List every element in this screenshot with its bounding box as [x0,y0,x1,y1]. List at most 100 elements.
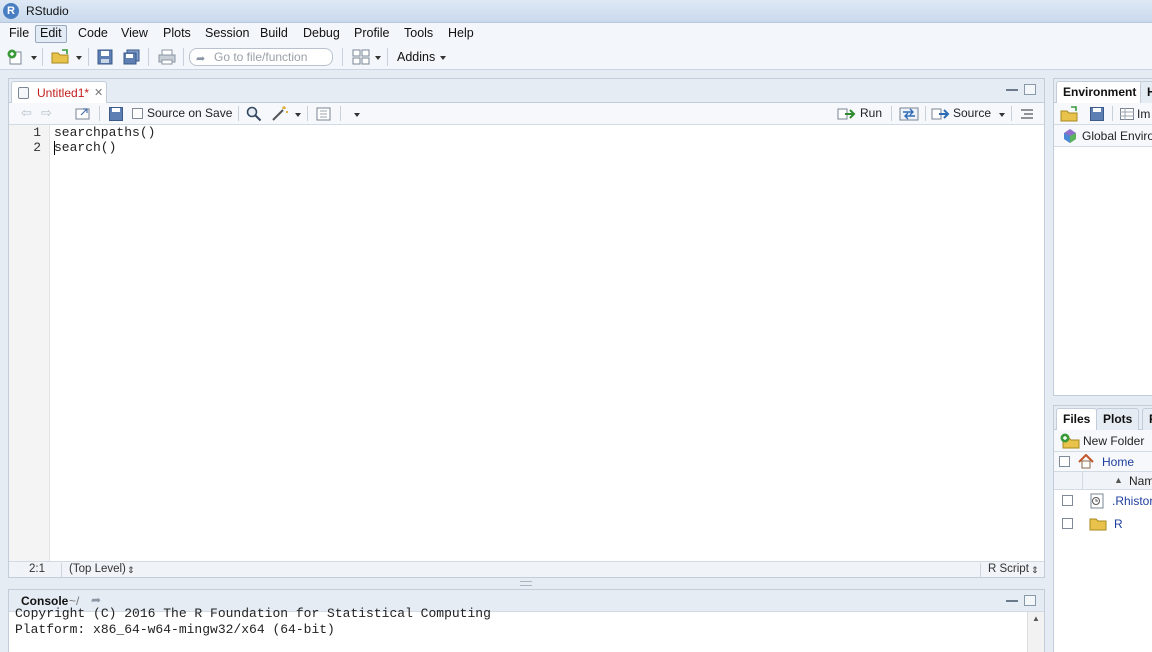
open-folder-icon[interactable] [51,49,71,65]
toolbar-separator [99,106,100,121]
name-column-header[interactable]: Nam [1129,474,1152,488]
tab-label: Untitled1* [37,86,90,100]
toolbar-separator [1011,106,1012,121]
window-title: RStudio [26,4,69,18]
tab-environment[interactable]: Environment [1056,81,1144,103]
run-button[interactable]: Run [860,106,882,120]
source-on-save-checkbox[interactable] [132,108,143,119]
pane-splitter-handle[interactable] [520,581,532,586]
toolbar-separator [891,106,892,121]
r-environment-icon [1064,129,1076,143]
new-folder-icon[interactable] [1060,433,1080,449]
forward-arrow-icon[interactable]: ⇨ [41,105,52,121]
new-folder-button[interactable]: New Folder [1083,434,1144,448]
file-checkbox[interactable] [1062,518,1073,529]
show-in-window-icon[interactable] [75,106,91,121]
addins-dropdown-icon[interactable] [440,56,446,60]
tab-packages[interactable]: P [1142,408,1152,430]
code-line[interactable]: search() [54,140,116,155]
minimize-pane-icon[interactable] [1006,87,1018,91]
minimize-console-icon[interactable] [1006,598,1018,602]
menu-build[interactable]: Build [256,25,292,43]
menu-profile[interactable]: Profile [350,25,393,43]
menu-tools[interactable]: Tools [400,25,437,43]
maximize-console-icon[interactable] [1024,595,1036,606]
environment-tab-bar: Environment H [1054,79,1152,103]
text-cursor [54,141,55,155]
more-options-dropdown-icon[interactable] [354,113,360,117]
environment-scope-bar: Global Environ [1054,125,1152,147]
toolbar-separator [307,106,308,121]
load-workspace-icon[interactable] [1060,106,1080,122]
scroll-up-arrow-icon[interactable]: ▲ [1032,614,1040,623]
import-dataset-label[interactable]: Im [1137,107,1150,121]
find-icon[interactable] [246,106,262,122]
save-workspace-icon[interactable] [1090,107,1104,121]
toolbar-separator [88,48,89,66]
close-tab-icon[interactable]: ✕ [94,86,103,99]
tab-files[interactable]: Files [1056,408,1098,430]
document-outline-icon[interactable] [1020,108,1034,120]
compile-report-icon[interactable] [316,107,331,121]
tab-history[interactable]: H [1140,81,1152,103]
go-to-file-input[interactable]: ➦ Go to file/function [189,48,333,66]
file-row[interactable]: R [1054,513,1152,535]
save-all-icon[interactable] [123,49,141,65]
editor-toolbar: ⇦ ⇨ Source on Save Run Source [9,103,1044,125]
home-icon[interactable] [1078,454,1094,469]
file-checkbox[interactable] [1062,495,1073,506]
menu-session[interactable]: Session [201,25,253,43]
tab-plots[interactable]: Plots [1096,408,1140,430]
console-pane: Console ~/ ➦ Copyright (C) 2016 The R Fo… [8,589,1045,652]
file-name[interactable]: .Rhistor [1112,494,1152,508]
sort-ascending-icon[interactable]: ▲ [1114,475,1123,485]
new-file-dropdown-icon[interactable] [31,56,37,60]
menu-debug[interactable]: Debug [299,25,344,43]
addins-button[interactable]: Addins [397,50,435,64]
rerun-icon[interactable] [899,107,919,121]
title-bar: R RStudio [0,0,1152,23]
run-arrow-icon[interactable] [837,107,857,121]
open-dropdown-icon[interactable] [76,56,82,60]
source-dropdown-icon[interactable] [999,113,1005,117]
line-number-gutter: 1 2 [9,125,50,561]
scope-updown-icon[interactable]: ⇕ [127,565,135,576]
file-name[interactable]: R [1114,517,1123,531]
files-path-bar: Home [1054,452,1152,472]
menu-edit[interactable]: Edit [35,25,67,43]
maximize-pane-icon[interactable] [1024,84,1036,95]
file-row[interactable]: .Rhistor [1054,490,1152,512]
import-dataset-icon[interactable] [1120,108,1134,120]
environment-toolbar: Im [1054,103,1152,125]
toolbar-separator [387,48,388,66]
save-icon[interactable] [97,49,113,65]
source-arrow-icon[interactable] [931,107,951,121]
go-to-directory-icon[interactable]: ➦ [91,593,101,607]
new-file-icon[interactable] [7,49,25,65]
workspace-panes-icon[interactable] [352,49,370,65]
save-file-icon[interactable] [109,107,123,121]
menu-help[interactable]: Help [444,25,478,43]
select-all-checkbox[interactable] [1059,456,1070,467]
code-tools-wand-icon[interactable] [271,105,289,122]
home-breadcrumb[interactable]: Home [1102,455,1134,469]
source-button[interactable]: Source [953,106,991,120]
toolbar-separator [340,106,341,121]
panes-dropdown-icon[interactable] [375,56,381,60]
back-arrow-icon[interactable]: ⇦ [21,105,32,121]
code-line[interactable]: searchpaths() [54,125,155,140]
print-icon[interactable] [158,49,176,65]
menu-plots[interactable]: Plots [159,25,195,43]
global-environment-selector[interactable]: Global Environ [1082,129,1152,143]
filetype-selector[interactable]: R Script [988,563,1029,575]
tab-untitled1[interactable]: Untitled1* ✕ [11,81,107,104]
console-scrollbar[interactable]: ▲ [1027,612,1044,652]
files-tab-bar: Files Plots P [1054,406,1152,430]
filetype-updown-icon[interactable]: ⇕ [1031,565,1039,576]
menu-view[interactable]: View [117,25,152,43]
menu-file[interactable]: File [5,25,33,43]
code-tools-dropdown-icon[interactable] [295,113,301,117]
menu-code[interactable]: Code [74,25,112,43]
scope-selector[interactable]: (Top Level) [69,563,126,575]
go-to-placeholder: Go to file/function [214,50,308,64]
